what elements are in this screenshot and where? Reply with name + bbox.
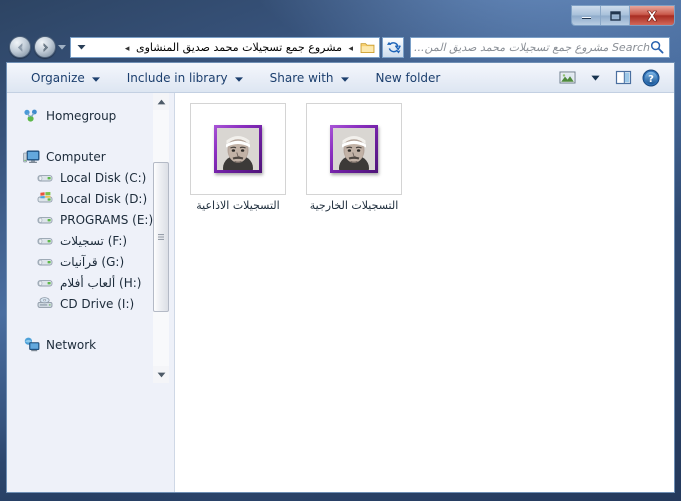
network-icon	[23, 337, 41, 352]
cd-drive-icon	[37, 297, 55, 310]
new-folder-button[interactable]: New folder	[366, 67, 451, 89]
scroll-up-button[interactable]	[153, 93, 169, 110]
list-item-label: التسجيلات الخارجية	[309, 199, 399, 212]
share-with-label: Share with	[269, 70, 334, 85]
sidebar-item-label: Local Disk (C:)	[60, 170, 147, 185]
address-bar[interactable]: ◂ مشروع جمع تسجيلات محمد صديق المنشاوى ◂	[70, 36, 380, 58]
sidebar-item-local-disk-c[interactable]: Local Disk (C:)	[7, 167, 175, 188]
refresh-button[interactable]	[382, 36, 404, 58]
sidebar-item-computer[interactable]: Computer	[7, 146, 175, 167]
drive-icon	[37, 277, 55, 289]
sidebar-item-local-disk-d[interactable]: Local Disk (D:)	[7, 188, 175, 209]
client-area: Organize Include in library Share with N…	[6, 62, 675, 493]
share-with-button[interactable]: Share with	[260, 67, 359, 89]
back-button[interactable]	[9, 36, 31, 58]
drive-icon	[37, 235, 55, 247]
svg-text:?: ?	[648, 74, 654, 85]
sidebar-scrollbar[interactable]	[153, 93, 169, 383]
computer-icon	[23, 149, 41, 164]
toolbar: Organize Include in library Share with N…	[7, 63, 674, 93]
breadcrumb-separator-trailing: ◂	[124, 43, 130, 54]
sidebar-item-label: تسجيلات (F:)	[60, 233, 128, 248]
sidebar-item-label: قرآنيات (G:)	[60, 254, 125, 269]
list-item-label: التسجيلات الاذاعية	[196, 199, 280, 212]
minimize-button[interactable]	[572, 6, 601, 25]
search-icon	[650, 40, 666, 54]
item-grid: التسجيلات الاذاعية التسجيلات الخارجية	[175, 93, 674, 214]
breadcrumb-path[interactable]: مشروع جمع تسجيلات محمد صديق المنشاوى	[136, 41, 342, 54]
drive-icon	[37, 214, 55, 226]
drive-icon	[37, 172, 55, 184]
organize-label: Organize	[31, 70, 85, 85]
history-dropdown-button[interactable]	[56, 36, 68, 58]
breadcrumb-separator: ◂	[348, 43, 353, 54]
new-folder-label: New folder	[375, 70, 441, 85]
chevron-down-icon[interactable]	[582, 67, 608, 89]
explorer-window: ◂ مشروع جمع تسجيلات محمد صديق المنشاوى ◂	[0, 0, 681, 501]
sidebar-item-homegroup[interactable]: Homegroup	[7, 105, 175, 126]
preview-pane-icon[interactable]	[610, 67, 636, 89]
folder-thumbnail-portrait-icon	[214, 125, 262, 173]
scroll-down-button[interactable]	[153, 366, 169, 383]
include-in-library-button[interactable]: Include in library	[117, 67, 253, 89]
sidebar-item-drive-f[interactable]: تسجيلات (F:)	[7, 230, 175, 251]
sidebar-item-programs-e[interactable]: PROGRAMS (E:)	[7, 209, 175, 230]
list-item[interactable]: التسجيلات الاذاعية	[187, 103, 289, 214]
folder-icon	[360, 41, 375, 54]
search-input[interactable]: Search مشروع جمع تسجيلات محمد صديق المن.…	[414, 41, 650, 54]
folder-thumbnail-portrait-icon	[330, 125, 378, 173]
content-pane[interactable]: التسجيلات الاذاعية التسجيلات الخارجية	[175, 93, 674, 492]
window-controls	[571, 5, 675, 26]
forward-button[interactable]	[34, 36, 56, 58]
sidebar-item-label: Network	[46, 337, 97, 352]
search-box[interactable]: Search مشروع جمع تسجيلات محمد صديق المن.…	[410, 36, 670, 58]
sidebar-group-homegroup: Homegroup	[7, 105, 175, 126]
sidebar-item-label: Computer	[46, 149, 106, 164]
close-button[interactable]	[630, 6, 674, 25]
sidebar-group-computer: Computer Local Disk (C:) Local Disk (D:)…	[7, 146, 175, 314]
body-split: Homegroup Computer Local Disk (C:) Local…	[7, 93, 674, 492]
include-in-library-label: Include in library	[126, 70, 228, 85]
maximize-button[interactable]	[601, 6, 630, 25]
list-item[interactable]: التسجيلات الخارجية	[303, 103, 405, 214]
navigation-pane: Homegroup Computer Local Disk (C:) Local…	[7, 93, 175, 492]
toolbar-right-group: ?	[554, 67, 674, 89]
sidebar-item-label: Local Disk (D:)	[60, 191, 148, 206]
chevron-down-icon	[340, 71, 349, 85]
help-icon[interactable]: ?	[638, 67, 664, 89]
sidebar-item-cd-drive-i[interactable]: CD Drive (I:)	[7, 293, 175, 314]
sidebar-group-network: Network	[7, 334, 175, 355]
drive-windows-icon	[37, 192, 55, 205]
sidebar-item-label: CD Drive (I:)	[60, 296, 135, 311]
sidebar-item-label: ألعاب أفلام (H:)	[60, 275, 142, 290]
thumbnail-frame	[306, 103, 402, 195]
sidebar-item-label: Homegroup	[46, 108, 117, 123]
change-view-icon[interactable]	[554, 67, 580, 89]
sidebar-item-drive-g[interactable]: قرآنيات (G:)	[7, 251, 175, 272]
sidebar-item-label: PROGRAMS (E:)	[60, 212, 154, 227]
address-dropdown-button[interactable]	[73, 44, 89, 50]
scrollbar-track[interactable]	[153, 110, 169, 366]
scrollbar-thumb[interactable]	[153, 162, 169, 312]
organize-button[interactable]: Organize	[21, 67, 110, 89]
title-bar	[6, 5, 675, 32]
drive-icon	[37, 256, 55, 268]
sidebar-item-network[interactable]: Network	[7, 334, 175, 355]
sidebar-item-drive-h[interactable]: ألعاب أفلام (H:)	[7, 272, 175, 293]
navigation-bar: ◂ مشروع جمع تسجيلات محمد صديق المنشاوى ◂	[6, 32, 675, 62]
breadcrumb[interactable]: ◂ مشروع جمع تسجيلات محمد صديق المنشاوى ◂	[89, 41, 358, 54]
homegroup-icon	[23, 108, 41, 123]
chevron-down-icon	[91, 71, 100, 85]
thumbnail-frame	[190, 103, 286, 195]
chevron-down-icon	[234, 71, 243, 85]
